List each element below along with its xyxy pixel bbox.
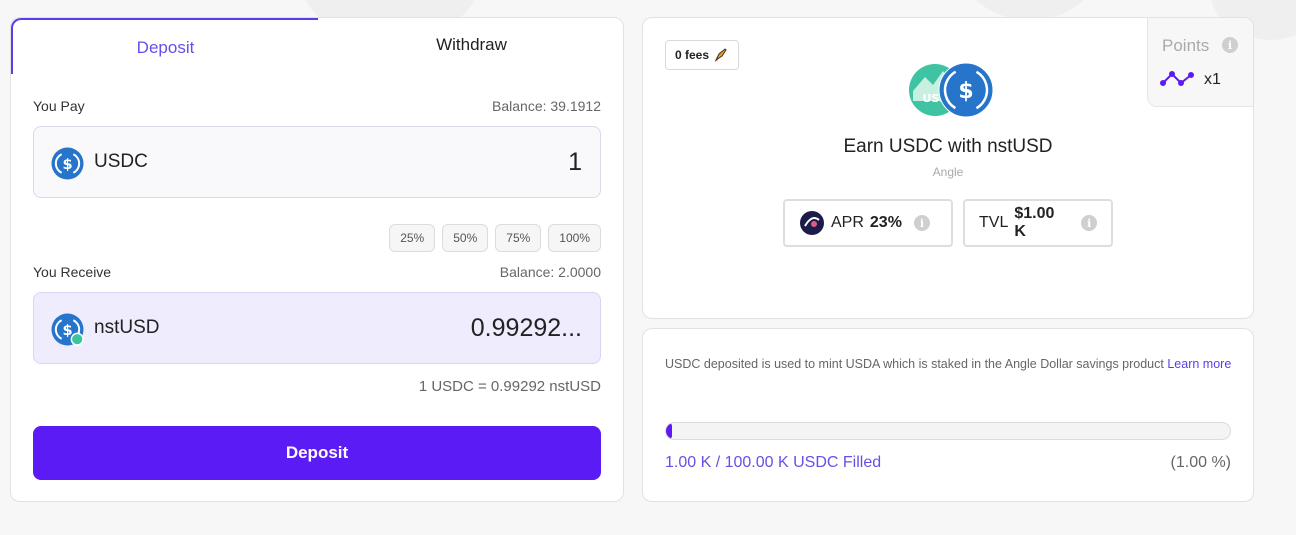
learn-more-link[interactable]: Learn more bbox=[1167, 357, 1231, 371]
apr-label: APR bbox=[831, 214, 864, 231]
percent-buttons: 25% 50% 75% 100% bbox=[389, 224, 601, 252]
tab-deposit[interactable]: Deposit bbox=[11, 18, 318, 74]
tab-withdraw[interactable]: Withdraw bbox=[318, 18, 625, 74]
points-panel: Points i x1 bbox=[1147, 18, 1253, 107]
pay-amount-input[interactable]: 1 bbox=[568, 148, 582, 177]
svg-text:$: $ bbox=[62, 156, 72, 173]
you-pay-label: You Pay bbox=[33, 98, 85, 114]
info-description: USDC deposited is used to mint USDA whic… bbox=[665, 355, 1235, 373]
tvl-label: TVL bbox=[979, 214, 1009, 231]
filled-amount: 1.00 K / 100.00 K USDC Filled bbox=[665, 454, 882, 471]
filled-percent: (1.00 %) bbox=[1170, 454, 1231, 471]
rocket-icon bbox=[714, 48, 727, 62]
opportunity-title: Earn USDC with nstUSD bbox=[843, 136, 1053, 157]
you-receive-label: You Receive bbox=[33, 264, 112, 280]
token-pair-icon: USI $ bbox=[909, 62, 994, 118]
percent-100-button[interactable]: 100% bbox=[548, 224, 601, 252]
nstusd-icon: $ bbox=[51, 313, 84, 346]
pay-balance[interactable]: Balance: 39.1912 bbox=[492, 98, 601, 114]
fees-badge: 0 fees bbox=[665, 40, 740, 70]
exchange-rate: 1 USDC = 0.99292 nstUSD bbox=[418, 378, 601, 395]
pay-token-name[interactable]: USDC bbox=[94, 151, 148, 173]
receive-balance: Balance: 2.0000 bbox=[499, 264, 601, 280]
points-multiplier: x1 bbox=[1204, 71, 1221, 88]
tvl-stat: TVL $1.00 K i bbox=[963, 199, 1113, 247]
opportunity-card: 0 fees Points i x1 USI $ Earn USDC with … bbox=[642, 17, 1254, 319]
capacity-progress-bar bbox=[665, 422, 1231, 440]
info-card: USDC deposited is used to mint USDA whic… bbox=[642, 328, 1254, 502]
svg-text:$: $ bbox=[958, 79, 973, 104]
pay-field[interactable]: $ USDC 1 bbox=[33, 126, 601, 198]
apr-stat: APR 23% i bbox=[783, 199, 953, 247]
percent-25-button[interactable]: 25% bbox=[389, 224, 436, 252]
percent-75-button[interactable]: 75% bbox=[495, 224, 542, 252]
points-icon bbox=[1160, 71, 1194, 86]
protocol-name: Angle bbox=[932, 165, 964, 179]
usdc-icon: $ bbox=[51, 147, 84, 180]
svg-text:$: $ bbox=[62, 322, 72, 339]
tab-bar: Deposit Withdraw bbox=[11, 18, 623, 74]
percent-50-button[interactable]: 50% bbox=[442, 224, 489, 252]
tvl-value: $1.00 K bbox=[1014, 205, 1055, 240]
tvl-info-icon[interactable]: i bbox=[1081, 215, 1097, 231]
fees-badge-label: 0 fees bbox=[675, 48, 710, 62]
angle-protocol-icon bbox=[800, 211, 824, 235]
receive-field: $ nstUSD 0.99292... bbox=[33, 292, 601, 364]
swap-card: Deposit Withdraw You Pay Balance: 39.191… bbox=[10, 17, 624, 502]
progress-fill bbox=[666, 423, 672, 439]
points-label: Points bbox=[1162, 36, 1210, 55]
deposit-button[interactable]: Deposit bbox=[33, 426, 601, 480]
apr-info-icon[interactable]: i bbox=[913, 215, 930, 231]
receive-token-name: nstUSD bbox=[94, 317, 160, 338]
receive-amount: 0.99292... bbox=[470, 314, 582, 342]
apr-value: 23% bbox=[869, 214, 902, 231]
points-info-icon[interactable]: i bbox=[1222, 37, 1238, 53]
info-text: USDC deposited is used to mint USDA whic… bbox=[665, 357, 1168, 371]
